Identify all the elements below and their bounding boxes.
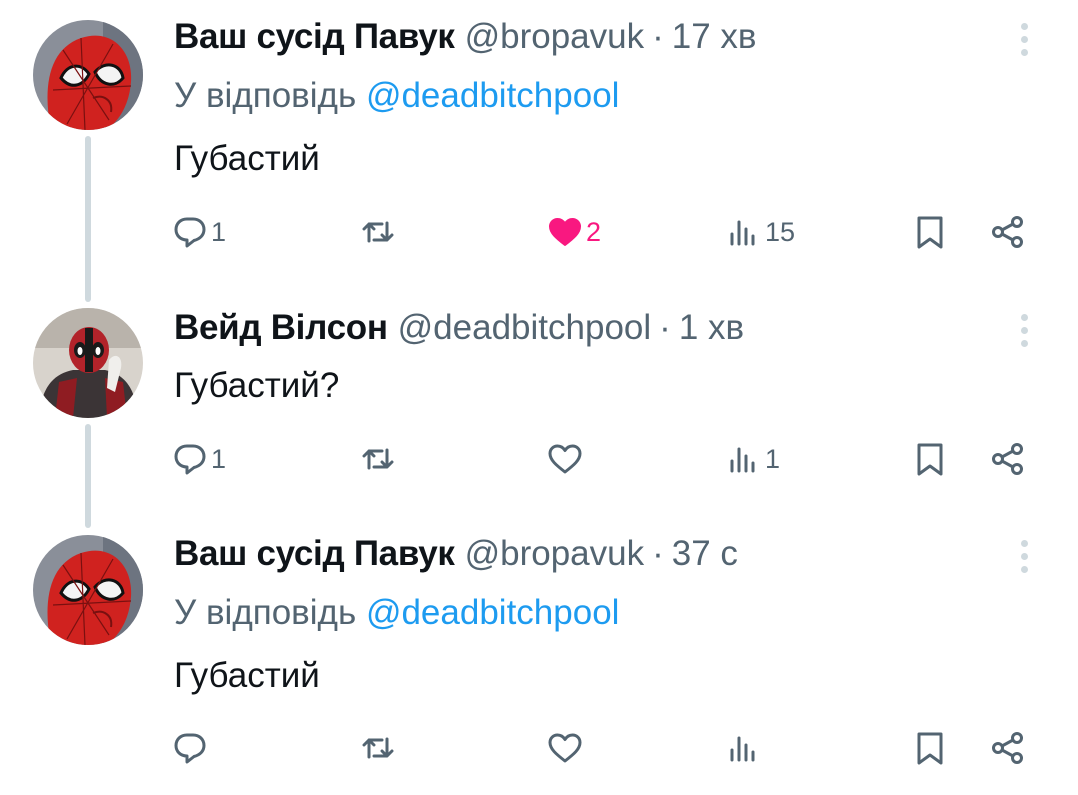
avatar[interactable]	[33, 308, 143, 418]
tweet-text: Губастий	[174, 139, 320, 178]
bookmark-button[interactable]	[912, 210, 948, 254]
heart-icon	[548, 444, 582, 474]
share-icon	[992, 732, 1023, 764]
reply-icon	[174, 444, 206, 475]
user-handle[interactable]: @deadbitchpool	[398, 308, 652, 348]
timestamp[interactable]: 1 хв	[679, 308, 744, 348]
reply-count: 1	[211, 443, 227, 474]
heart-icon	[548, 733, 582, 763]
reply-button[interactable]: 1	[172, 210, 226, 254]
display-name[interactable]: Ваш сусід Павук	[174, 17, 455, 57]
like-button[interactable]	[547, 437, 586, 481]
avatar[interactable]	[33, 20, 143, 130]
reply-mention-link[interactable]: @deadbitchpool	[366, 593, 620, 632]
reply-context: У відповідь @deadbitchpool	[174, 593, 619, 633]
like-count: 2	[586, 216, 602, 247]
reply-mention-link[interactable]: @deadbitchpool	[366, 76, 620, 115]
bookmark-icon	[917, 443, 943, 476]
like-button[interactable]	[547, 726, 586, 770]
tweet-header: Ваш сусід Павук @bropavuk · 37 с	[174, 531, 738, 577]
tweet-actions: 1 2 15	[0, 210, 1078, 254]
deadpool-avatar-image	[33, 308, 143, 418]
tweet-actions: 1 1	[0, 437, 1078, 481]
share-button[interactable]	[990, 726, 1026, 770]
views-count: 1	[765, 443, 781, 474]
reply-button[interactable]	[172, 726, 211, 770]
views-button[interactable]	[726, 726, 765, 770]
timestamp[interactable]: 37 с	[672, 534, 738, 574]
views-button[interactable]: 15	[726, 210, 795, 254]
bookmark-button[interactable]	[912, 437, 948, 481]
views-count: 15	[765, 216, 796, 247]
tweet[interactable]: Ваш сусід Павук @bropavuk · 37 с У відпо…	[0, 525, 1078, 795]
tweet[interactable]: Вейд Вілсон @deadbitchpool · 1 хв Губаст…	[0, 300, 1078, 525]
spider-man-avatar-image	[33, 20, 143, 130]
tweet-header: Вейд Вілсон @deadbitchpool · 1 хв	[174, 305, 744, 351]
tweet[interactable]: Ваш сусід Павук @bropavuk · 17 хв У відп…	[0, 0, 1078, 300]
reply-icon	[174, 733, 206, 764]
user-handle[interactable]: @bropavuk	[465, 534, 645, 574]
reply-count: 1	[211, 216, 227, 247]
retweet-icon	[362, 448, 394, 470]
separator-dot: ·	[652, 534, 664, 573]
separator-dot: ·	[652, 17, 664, 56]
bookmark-icon	[917, 732, 943, 765]
like-button[interactable]: 2	[547, 210, 601, 254]
tweet-text: Губастий?	[174, 366, 340, 405]
spider-man-avatar-image	[33, 535, 143, 645]
retweet-button[interactable]	[360, 210, 399, 254]
reply-context: У відповідь @deadbitchpool	[174, 76, 619, 116]
retweet-icon	[362, 737, 394, 759]
views-icon	[730, 220, 755, 246]
reply-prefix: У відповідь	[174, 76, 357, 115]
share-button[interactable]	[990, 437, 1026, 481]
tweet-header: Ваш сусід Павук @bropavuk · 17 хв	[174, 14, 757, 60]
heart-icon	[549, 218, 581, 246]
separator-dot: ·	[659, 308, 671, 347]
reply-icon	[174, 217, 206, 248]
tweet-actions	[0, 726, 1078, 770]
retweet-button[interactable]	[360, 726, 399, 770]
views-icon	[730, 736, 755, 762]
avatar[interactable]	[33, 535, 143, 645]
user-handle[interactable]: @bropavuk	[465, 17, 645, 57]
share-icon	[992, 216, 1023, 248]
display-name[interactable]: Ваш сусід Павук	[174, 534, 455, 574]
reply-button[interactable]: 1	[172, 437, 226, 481]
share-icon	[992, 443, 1023, 475]
views-icon	[730, 447, 755, 473]
share-button[interactable]	[990, 210, 1026, 254]
reply-prefix: У відповідь	[174, 593, 357, 632]
retweet-icon	[362, 221, 394, 243]
display-name[interactable]: Вейд Вілсон	[174, 308, 388, 348]
tweet-text: Губастий	[174, 656, 320, 695]
more-icon[interactable]	[1012, 307, 1036, 353]
more-icon[interactable]	[1012, 533, 1036, 579]
bookmark-button[interactable]	[912, 726, 948, 770]
bookmark-icon	[917, 216, 943, 249]
timestamp[interactable]: 17 хв	[672, 17, 757, 57]
views-button[interactable]: 1	[726, 437, 780, 481]
retweet-button[interactable]	[360, 437, 399, 481]
more-icon[interactable]	[1012, 16, 1036, 62]
